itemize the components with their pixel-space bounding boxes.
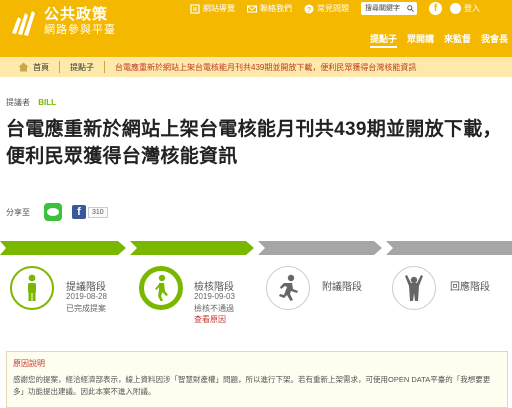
stage-propose-name: 提議階段 (66, 282, 106, 293)
sitemap-label: 網站導覽 (203, 4, 235, 13)
sitemap-link[interactable]: 網站導覽 (190, 3, 235, 14)
contact-link[interactable]: 聯絡我們 (247, 3, 292, 14)
logo-mark-icon (12, 10, 35, 36)
proposer-label: 提議者 (6, 98, 30, 107)
home-icon (18, 62, 29, 72)
view-reason-link[interactable]: 查看原因 (194, 314, 226, 325)
stage-review-date: 2019-09-03 (194, 292, 235, 301)
site-title: 公共政策 (44, 6, 109, 23)
facebook-share-icon[interactable]: f (72, 205, 86, 219)
nav-item-discuss[interactable]: 眾開講 (407, 32, 434, 48)
reason-box: 原因說明 感謝您的提案，經洽經濟部表示，線上資料因涉「智慧財產權」問題，所以進行… (6, 351, 508, 408)
reason-title: 原因說明 (13, 359, 45, 368)
sitemap-icon (190, 3, 200, 14)
share-bar: 分享至 f 310 (6, 203, 108, 221)
question-icon: ? (304, 4, 314, 14)
nav-item-mayor[interactable]: 我會長 (481, 32, 508, 48)
stage-response-badge (392, 266, 436, 310)
site-logo[interactable]: 公共政策 網路參與平臺 (8, 6, 116, 37)
reason-body: 感謝您的提案，經洽經濟部表示，線上資料因涉「智慧財產權」問題，所以進行下架。若有… (13, 375, 491, 396)
stage-arrows (0, 241, 512, 255)
stage-propose-note: 已完成提案 (66, 304, 106, 313)
search-placeholder: 搜尋關鍵字 (365, 5, 400, 12)
site-subtitle: 網路參與平臺 (44, 24, 116, 36)
line-share-icon[interactable] (44, 203, 62, 221)
stage-arrow-response (386, 241, 512, 255)
stage-propose-badge (10, 266, 54, 310)
svg-text:?: ? (307, 7, 311, 14)
breadcrumb-home[interactable]: 首頁 (33, 62, 49, 73)
page-title: 台電應重新於網站上架台電核能月刊共439期並開放下載，便利民眾獲得台灣核能資訊 (6, 119, 502, 167)
proposer-line: 提議者 BILL (6, 97, 56, 108)
stage-review-name: 檢核階段 (194, 282, 234, 293)
page: 公共政策 網路參與平臺 網站導覽 聯絡我們 ? 常見問題 搜尋關鍵字 f 登入 … (0, 0, 512, 408)
stage-review-badge (139, 266, 183, 310)
person-standing-icon (28, 274, 36, 301)
stage-second-name: 附議階段 (322, 282, 362, 293)
person-cheering-icon (405, 275, 423, 301)
stage-arrow-review (130, 241, 254, 255)
person-walking-icon (155, 274, 168, 301)
faq-link[interactable]: ? 常見問題 (304, 3, 349, 14)
stage-arrow-second (258, 241, 382, 255)
nav-item-ideas[interactable]: 提點子 (369, 32, 397, 48)
breadcrumb-divider (104, 61, 105, 73)
stage-propose-date: 2019-08-28 (66, 292, 107, 301)
contact-label: 聯絡我們 (260, 4, 292, 13)
utility-bar: 網站導覽 聯絡我們 ? 常見問題 搜尋關鍵字 f 登入 (190, 2, 480, 15)
search-input[interactable]: 搜尋關鍵字 (361, 2, 417, 15)
search-icon[interactable] (407, 5, 414, 12)
facebook-share-count: 310 (88, 206, 108, 218)
login-button[interactable]: 登入 (450, 3, 480, 14)
breadcrumb-divider (59, 61, 60, 73)
login-label: 登入 (464, 4, 480, 13)
proposer-name[interactable]: BILL (38, 98, 56, 107)
person-running-icon (279, 274, 298, 301)
breadcrumb-section[interactable]: 提點子 (70, 62, 94, 73)
faq-label: 常見問題 (317, 4, 349, 13)
breadcrumb: 首頁 提點子 台電應重新於網站上架台電核能月刊共439期並開放下載，便利民眾獲得… (0, 57, 512, 77)
main-nav: 提點子 眾開講 來監督 我會長 (360, 32, 508, 48)
mail-icon (247, 4, 257, 13)
nav-item-supervise[interactable]: 來監督 (444, 32, 471, 48)
breadcrumb-current: 台電應重新於網站上架台電核能月刊共439期並開放下載，便利民眾獲得台灣核能資訊 (115, 62, 417, 72)
site-header: 公共政策 網路參與平臺 網站導覽 聯絡我們 ? 常見問題 搜尋關鍵字 f 登入 … (0, 0, 512, 57)
stage-progress: 提議階段 2019-08-28 已完成提案 檢核階段 2019-09-03 檢核… (0, 239, 512, 339)
user-icon (450, 3, 461, 14)
stage-arrow-propose (0, 241, 126, 255)
facebook-icon[interactable]: f (429, 2, 442, 15)
stage-review-note: 檢核不通過 (194, 304, 234, 313)
stage-response-name: 回應階段 (450, 282, 490, 293)
stage-second-badge (266, 266, 310, 310)
share-label: 分享至 (6, 207, 30, 217)
